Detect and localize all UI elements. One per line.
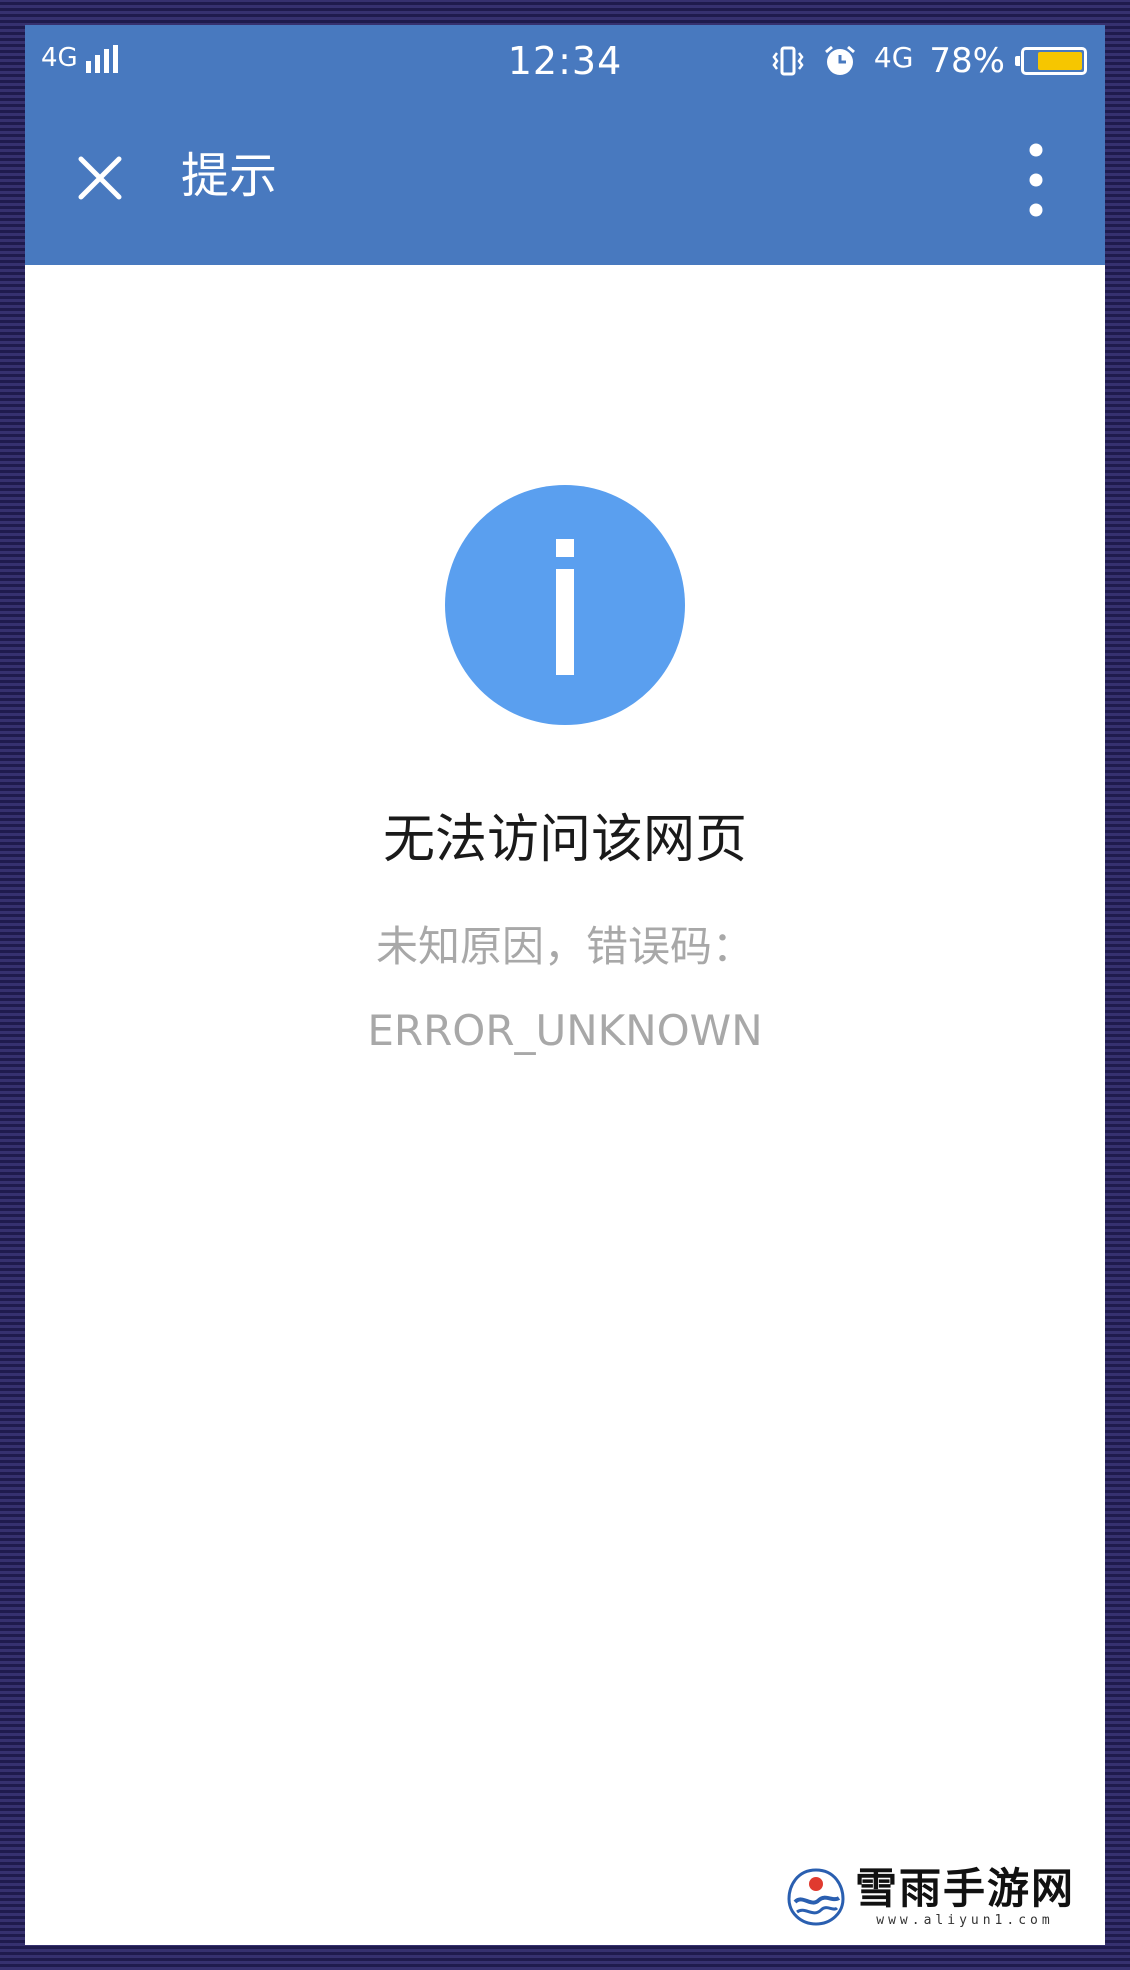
page-title: 提示 — [181, 148, 278, 204]
status-right: 4G 78% — [754, 39, 1087, 83]
phone-screen: 4G 12:34 4G 78% 提示 无法访问该网页 未知原因，错误码： ERR… — [25, 25, 1105, 1945]
watermark: 雪雨手游网 www.aliyun1.com — [785, 1865, 1075, 1929]
error-reason: 未知原因，错误码： — [375, 922, 754, 971]
error-code: ERROR_UNKNOWN — [367, 1006, 763, 1055]
watermark-logo — [787, 1868, 845, 1926]
error-title: 无法访问该网页 — [382, 810, 747, 870]
alarm-clock-icon — [824, 45, 855, 75]
error-content: 无法访问该网页 未知原因，错误码： ERROR_UNKNOWN — [25, 265, 1105, 1945]
toolbar: 提示 — [25, 97, 1105, 265]
watermark-brand: 雪雨手游网 — [854, 1864, 1075, 1913]
error-description: 未知原因，错误码： ERROR_UNKNOWN — [25, 905, 1105, 1073]
watermark-url: www.aliyun1.com — [876, 1913, 1054, 1928]
vibrate-icon — [772, 46, 804, 76]
watermark-text: 雪雨手游网 www.aliyun1.com — [855, 1865, 1075, 1929]
close-icon[interactable] — [69, 147, 131, 209]
battery-percent: 78% — [929, 41, 1005, 81]
network-type-right: 4G — [873, 40, 914, 74]
more-vertical-icon[interactable] — [1021, 135, 1051, 225]
info-icon — [445, 485, 685, 725]
status-bar: 4G 12:34 4G 78% — [25, 25, 1105, 97]
battery-icon — [1015, 47, 1087, 75]
battery-level-fill — [1038, 52, 1082, 70]
